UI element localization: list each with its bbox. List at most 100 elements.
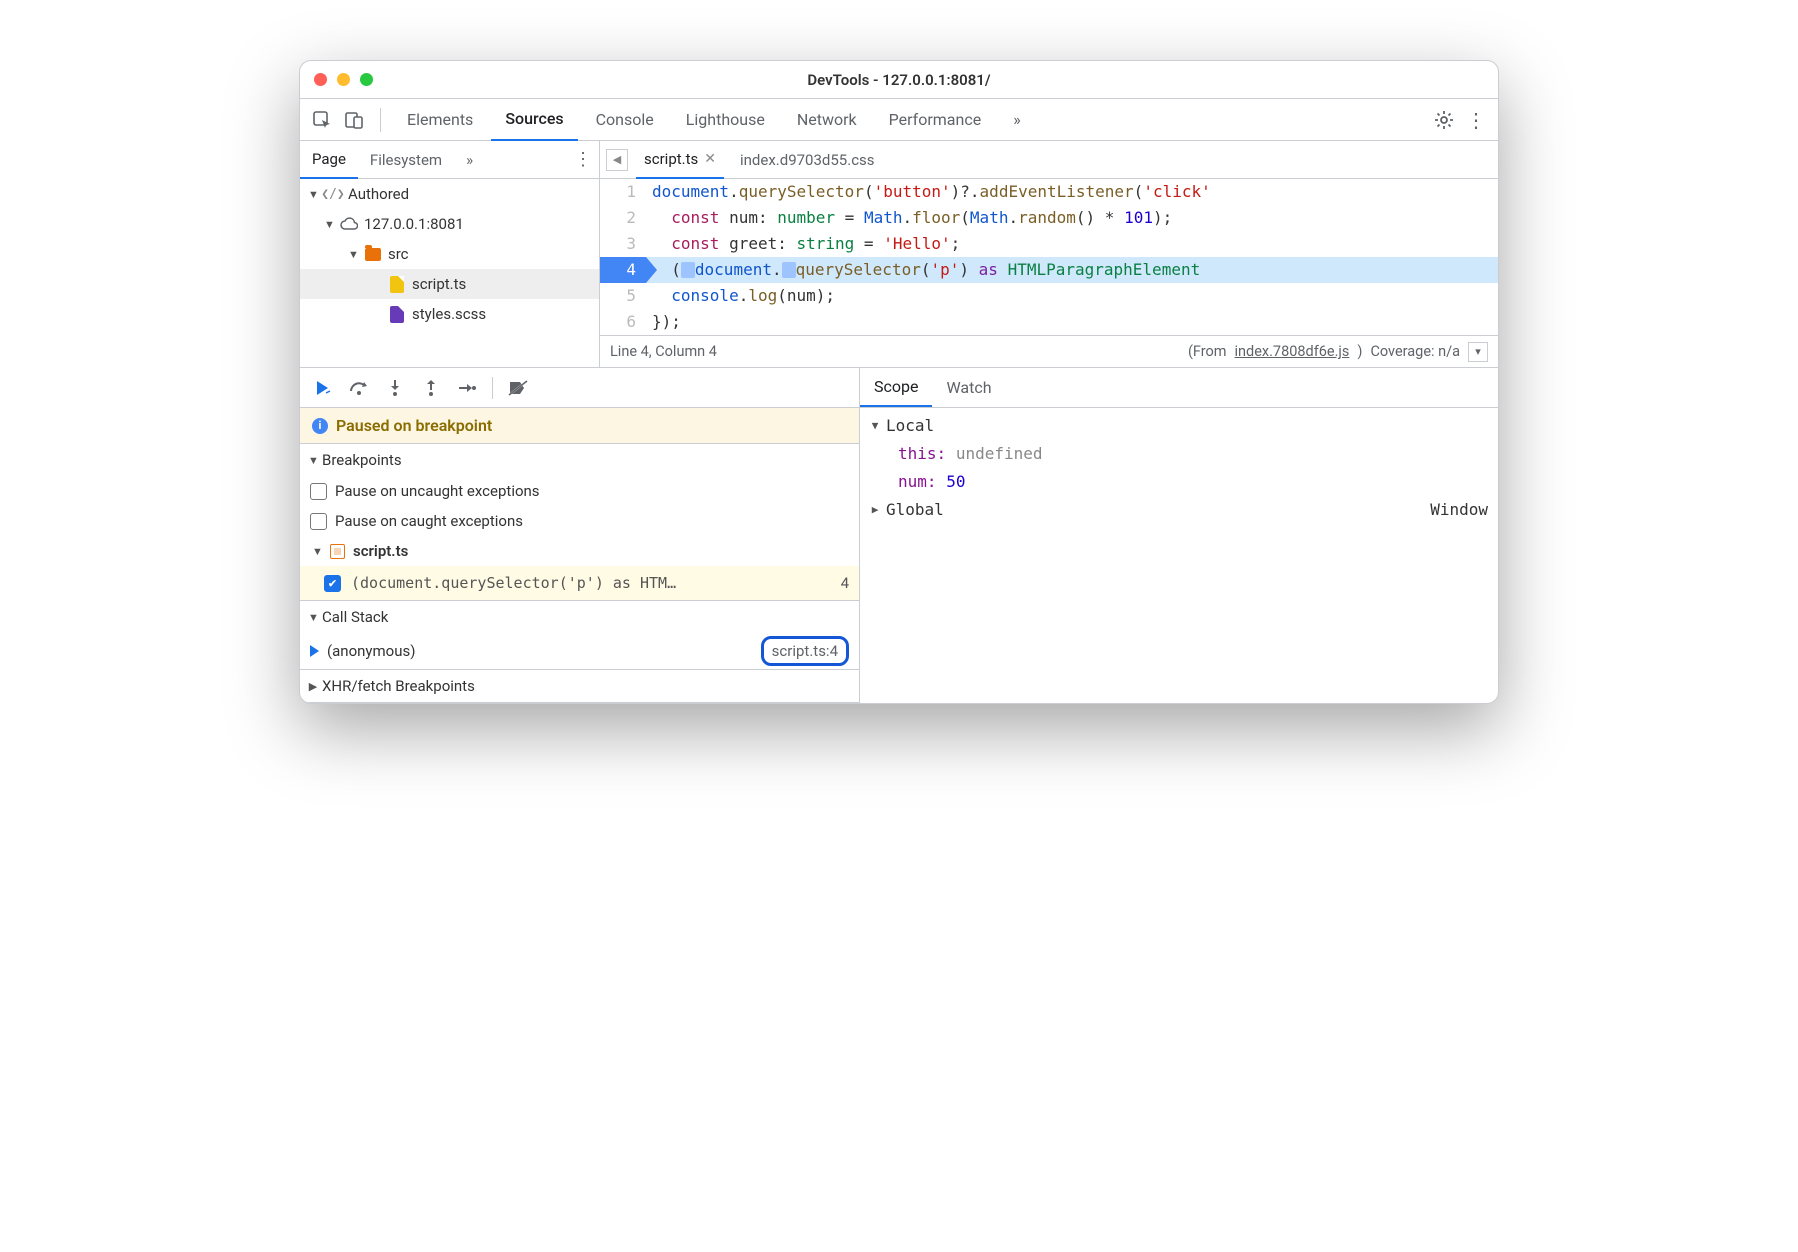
coverage-status: Coverage: n/a (1370, 343, 1460, 360)
device-toggle-icon[interactable] (340, 106, 368, 134)
paused-banner: i Paused on breakpoint (300, 408, 859, 444)
tabs-overflow[interactable]: » (999, 99, 1035, 141)
callstack-frame[interactable]: (anonymous) script.ts:4 (300, 633, 859, 669)
tab-network[interactable]: Network (783, 99, 871, 141)
breakpoint-file-label: script.ts (353, 542, 408, 560)
tree-folder-src[interactable]: ▼ src (300, 239, 599, 269)
step-out-icon[interactable] (420, 377, 442, 399)
code-editor[interactable]: 1document.querySelector('button')?.addEv… (600, 179, 1498, 335)
source-map-link[interactable]: index.7808df6e.js (1235, 343, 1350, 360)
tab-performance[interactable]: Performance (875, 99, 996, 141)
breakpoint-file-group[interactable]: ▼ script.ts (300, 536, 859, 566)
current-frame-icon (310, 645, 319, 657)
close-window-icon[interactable] (314, 73, 327, 86)
code-line[interactable]: 5 console.log(num); (600, 283, 1498, 309)
checkbox-icon[interactable] (310, 513, 327, 530)
checkbox-icon[interactable] (310, 483, 327, 500)
pause-uncaught-row[interactable]: Pause on uncaught exceptions (300, 476, 859, 506)
code-line[interactable]: 3 const greet: string = 'Hello'; (600, 231, 1498, 257)
zoom-window-icon[interactable] (360, 73, 373, 86)
breakpoint-line: 4 (841, 574, 849, 592)
kebab-menu-icon[interactable]: ⋮ (1462, 106, 1490, 134)
scope-global[interactable]: ▶Global Window (870, 496, 1488, 524)
breakpoint-item[interactable]: ✔ (document.querySelector('p') as HTM… 4 (300, 566, 859, 600)
traffic-lights (314, 73, 373, 86)
step-into-icon[interactable] (384, 377, 406, 399)
xhr-breakpoints-header[interactable]: ▶XHR/fetch Breakpoints (300, 670, 859, 702)
scope-panel: Scope Watch ▼Local this: undefined num: … (860, 368, 1498, 703)
step-icon[interactable] (456, 377, 478, 399)
nav-tab-filesystem[interactable]: Filesystem (358, 141, 454, 179)
code-content: const num: number = Math.floor(Math.rand… (646, 205, 1498, 231)
settings-icon[interactable] (1430, 106, 1458, 134)
code-content: }); (646, 309, 1498, 335)
editor-tab-css[interactable]: index.d9703d55.css (732, 141, 883, 179)
tree-root[interactable]: ▼ ❮/❯ Authored (300, 179, 599, 209)
section-title: Call Stack (322, 608, 388, 626)
debugger-toolbar (300, 368, 859, 408)
titlebar: DevTools - 127.0.0.1:8081/ (300, 61, 1498, 99)
tree-host[interactable]: ▼ 127.0.0.1:8081 (300, 209, 599, 239)
scope-local[interactable]: ▼Local (870, 412, 1488, 440)
separator (492, 377, 493, 399)
nav-menu-icon[interactable]: ⋮ (567, 149, 599, 170)
folder-icon (364, 245, 382, 263)
close-tab-icon[interactable]: ✕ (704, 151, 716, 167)
line-number[interactable]: 3 (600, 231, 646, 257)
tab-scope[interactable]: Scope (860, 368, 932, 407)
deactivate-breakpoints-icon[interactable] (507, 377, 529, 399)
nav-tabs-overflow[interactable]: » (454, 141, 485, 179)
tab-sources[interactable]: Sources (491, 99, 577, 141)
editor-menu-icon[interactable]: ▾ (1468, 342, 1488, 362)
step-over-icon[interactable] (348, 377, 370, 399)
code-line[interactable]: 1document.querySelector('button')?.addEv… (600, 179, 1498, 205)
frame-location[interactable]: script.ts:4 (761, 636, 849, 666)
file-icon (388, 275, 406, 293)
line-number[interactable]: 5 (600, 283, 646, 309)
editor-tab-label: index.d9703d55.css (740, 151, 875, 169)
tab-watch[interactable]: Watch (932, 368, 1005, 407)
line-number[interactable]: 6 (600, 309, 646, 335)
checkbox-label: Pause on uncaught exceptions (335, 482, 540, 500)
scope-global-label: Global (886, 496, 944, 524)
cloud-icon (340, 215, 358, 233)
nav-history-icon[interactable]: ◀ (606, 149, 628, 171)
scope-var-num[interactable]: num: 50 (870, 468, 1488, 496)
scope-var-this[interactable]: this: undefined (870, 440, 1488, 468)
callstack-header[interactable]: ▼Call Stack (300, 601, 859, 633)
nav-tab-page[interactable]: Page (300, 141, 358, 179)
var-value: 50 (946, 468, 965, 496)
resume-icon[interactable] (312, 377, 334, 399)
tree-file-styles[interactable]: styles.scss (300, 299, 599, 329)
tab-elements[interactable]: Elements (393, 99, 487, 141)
var-key: this: (898, 440, 946, 468)
code-content: const greet: string = 'Hello'; (646, 231, 1498, 257)
editor-tab-script[interactable]: script.ts ✕ (636, 141, 724, 179)
var-value: undefined (956, 440, 1043, 468)
tab-console[interactable]: Console (582, 99, 668, 141)
main-toolbar: Elements Sources Console Lighthouse Netw… (300, 99, 1498, 141)
checkbox-checked-icon[interactable]: ✔ (324, 575, 341, 592)
tree-file-label: script.ts (412, 275, 466, 293)
line-number[interactable]: 4 (600, 257, 646, 283)
line-number[interactable]: 2 (600, 205, 646, 231)
breakpoint-file-icon (330, 544, 345, 559)
breakpoints-header[interactable]: ▼Breakpoints (300, 444, 859, 476)
pause-caught-row[interactable]: Pause on caught exceptions (300, 506, 859, 536)
code-line[interactable]: 2 const num: number = Math.floor(Math.ra… (600, 205, 1498, 231)
code-line[interactable]: 4 (document.querySelector('p') as HTMLPa… (600, 257, 1498, 283)
code-line[interactable]: 6}); (600, 309, 1498, 335)
inspect-icon[interactable] (308, 106, 336, 134)
tree-file-script[interactable]: script.ts (300, 269, 599, 299)
tree-folder-label: src (388, 245, 409, 263)
tab-lighthouse[interactable]: Lighthouse (672, 99, 779, 141)
frame-name: (anonymous) (327, 642, 415, 660)
code-icon: ❮/❯ (324, 185, 342, 203)
minimize-window-icon[interactable] (337, 73, 350, 86)
navigator-header: Page Filesystem » ⋮ (300, 141, 600, 179)
scope-body: ▼Local this: undefined num: 50 ▶Global W… (860, 408, 1498, 528)
line-number[interactable]: 1 (600, 179, 646, 205)
breakpoint-code: (document.querySelector('p') as HTM… (351, 574, 676, 592)
scope-tabs: Scope Watch (860, 368, 1498, 408)
from-suffix: ) (1357, 343, 1362, 360)
